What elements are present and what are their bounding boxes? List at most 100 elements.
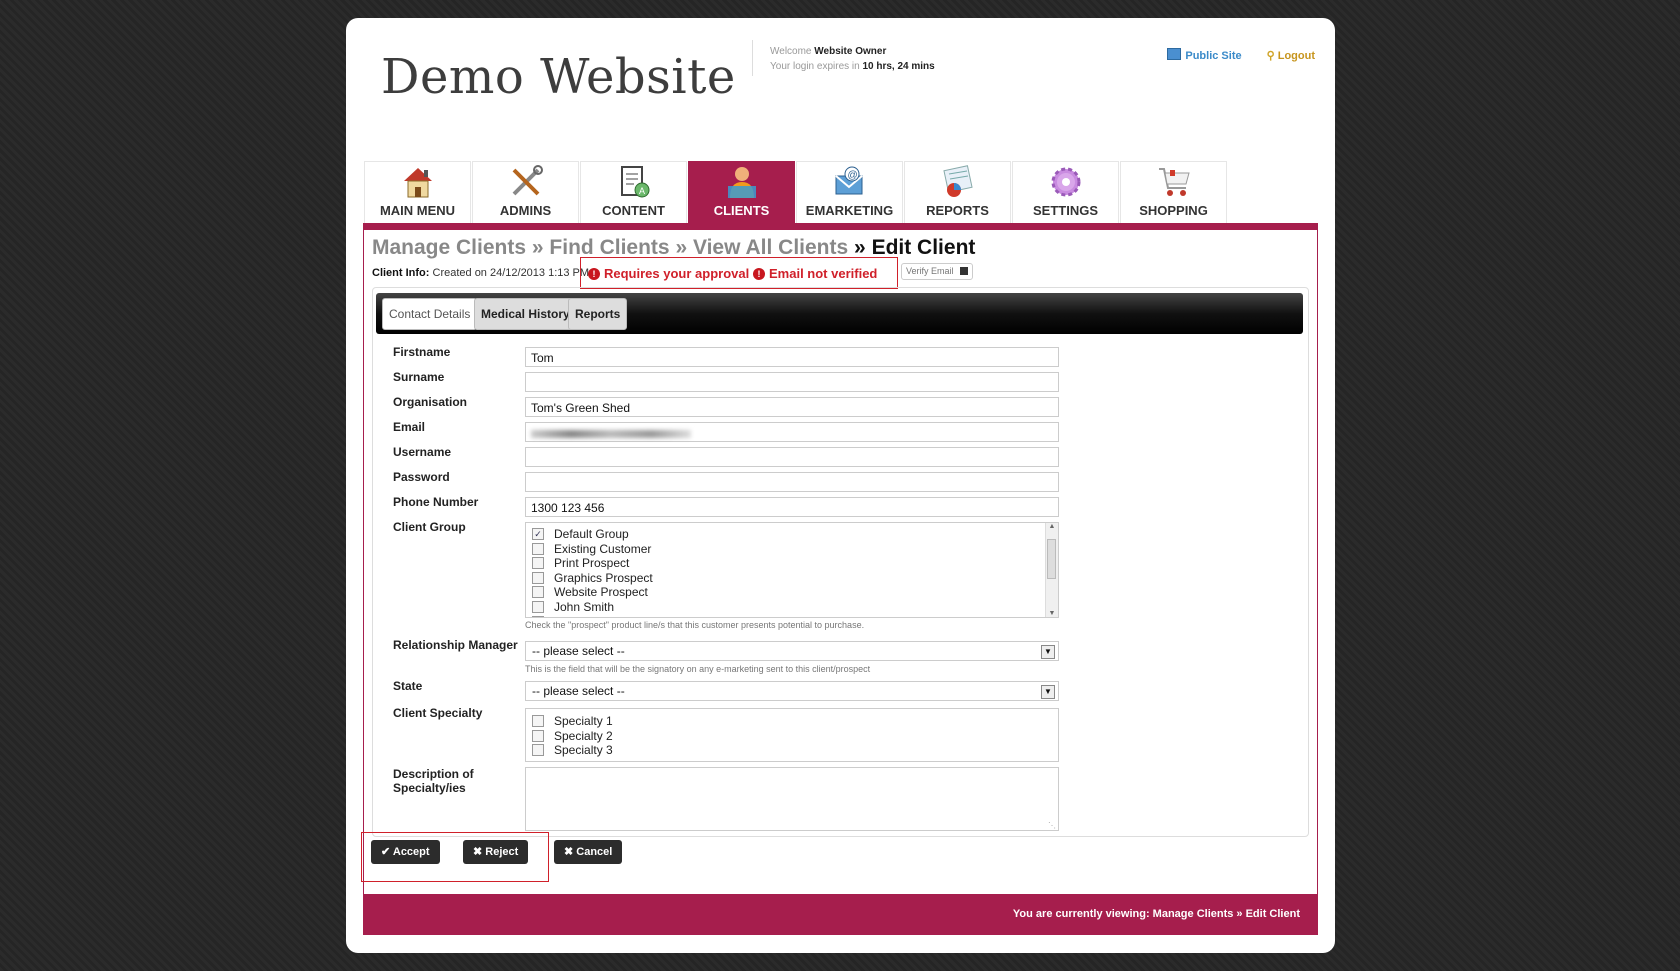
relationship-manager-value: -- please select -- xyxy=(532,644,625,658)
client-info: Client Info: Created on 24/12/2013 1:13 … xyxy=(372,267,589,279)
state-select[interactable]: -- please select -- ▼ xyxy=(525,681,1059,701)
nav-admins[interactable]: ADMINS xyxy=(472,161,579,224)
client-info-label: Client Info: xyxy=(372,267,430,279)
list-item[interactable]: John Smith xyxy=(526,600,1058,615)
envelope-icon xyxy=(959,267,968,275)
breadcrumb-separator: » xyxy=(531,236,544,259)
list-item[interactable]: Print Prospect xyxy=(526,556,1058,571)
checkbox xyxy=(532,615,544,617)
main-nav: MAIN MENU ADMINS A CONTENT CLIENTS @ EMA… xyxy=(364,161,1228,224)
password-label: Password xyxy=(393,470,450,484)
accept-button[interactable]: ✔ Accept xyxy=(371,840,440,864)
logout-link[interactable]: ⚲ Logout xyxy=(1267,50,1315,62)
client-created: Created on 24/12/2013 1:13 PM xyxy=(432,267,590,279)
page-panel: Demo Website Welcome Website Owner Your … xyxy=(346,18,1335,953)
checkbox-label: Print Prospect xyxy=(554,556,630,571)
list-item[interactable]: Graphics Prospect xyxy=(526,571,1058,586)
list-item[interactable]: Website Prospect xyxy=(526,585,1058,600)
relationship-manager-select[interactable]: -- please select -- ▼ xyxy=(525,641,1059,661)
firstname-field[interactable]: Tom xyxy=(525,347,1059,367)
scroll-down-icon[interactable]: ▼ xyxy=(1046,610,1058,617)
key-icon: ⚲ xyxy=(1266,50,1275,62)
checkbox[interactable]: ✓ xyxy=(532,528,544,540)
nav-settings[interactable]: SETTINGS xyxy=(1012,161,1119,224)
checkbox[interactable] xyxy=(532,744,544,757)
cancel-button[interactable]: ✖ Cancel xyxy=(554,840,623,864)
check-icon: ✔ xyxy=(381,846,391,858)
list-item[interactable]: ✓ Default Group xyxy=(526,527,1058,542)
email-warning: ! Email not verified xyxy=(753,266,877,281)
nav-clients[interactable]: CLIENTS xyxy=(688,161,795,224)
checkbox-label: Existing Customer xyxy=(554,541,652,556)
checkbox-label: Specialty 3 xyxy=(554,743,613,758)
checkbox[interactable] xyxy=(532,600,544,613)
email-field[interactable] xyxy=(525,422,1059,442)
nav-underline xyxy=(363,223,1318,230)
client-group-hint: Check the "prospect" product line/s that… xyxy=(525,620,865,630)
checkbox-label: Specialty 2 xyxy=(554,728,613,743)
scrollbar[interactable]: ▲ ▼ xyxy=(1045,523,1058,617)
alert-icon: ! xyxy=(753,268,765,280)
nav-main-menu[interactable]: MAIN MENU xyxy=(364,161,471,224)
page-title: Edit Client xyxy=(871,236,976,259)
site-logo[interactable]: Demo Website xyxy=(381,49,736,105)
surname-field[interactable] xyxy=(525,372,1059,392)
nav-reports[interactable]: REPORTS xyxy=(904,161,1011,224)
scroll-up-icon[interactable]: ▲ xyxy=(1046,523,1058,530)
list-item[interactable]: Specialty 2 xyxy=(526,729,1058,744)
divider xyxy=(752,40,753,76)
checkbox[interactable] xyxy=(532,542,544,555)
person-icon xyxy=(728,167,756,198)
nav-label: ADMINS xyxy=(499,203,552,218)
description-textarea[interactable]: ⋱ xyxy=(525,767,1059,831)
checkbox[interactable] xyxy=(532,557,544,570)
list-item[interactable]: Specialty 1 xyxy=(526,714,1058,729)
email-warning-text: Email not verified xyxy=(769,266,878,281)
tab-contact-details[interactable]: Contact Details xyxy=(382,298,478,330)
tab-reports[interactable]: Reports xyxy=(568,298,628,330)
breadcrumb-find-clients[interactable]: Find Clients xyxy=(549,236,669,259)
client-specialty-list[interactable]: Specialty 1 Specialty 2 Specialty 3 xyxy=(525,708,1059,762)
breadcrumb-separator: » xyxy=(675,236,688,259)
scroll-thumb[interactable] xyxy=(1047,539,1056,579)
nav-label: SHOPPING xyxy=(1139,203,1208,218)
breadcrumb-view-all-clients[interactable]: View All Clients xyxy=(693,236,848,259)
public-site-link[interactable]: Public Site xyxy=(1167,48,1242,62)
form-panel: Contact Details Medical History Reports … xyxy=(372,287,1309,837)
welcome-block: Welcome Website Owner Your login expires… xyxy=(770,44,935,74)
username-field[interactable] xyxy=(525,447,1059,467)
resize-handle-icon[interactable]: ⋱ xyxy=(1048,821,1056,830)
checkbox[interactable] xyxy=(532,715,544,727)
house-icon xyxy=(404,168,432,198)
breadcrumb-manage-clients[interactable]: Manage Clients xyxy=(372,236,526,259)
checkbox-label: Default Group xyxy=(554,527,629,541)
nav-label: SETTINGS xyxy=(1032,203,1098,218)
surname-label: Surname xyxy=(393,370,445,384)
chevron-down-icon[interactable]: ▼ xyxy=(1041,685,1055,699)
expiry-value: 10 hrs, 24 mins xyxy=(862,61,935,72)
footer-bar: You are currently viewing: Manage Client… xyxy=(363,894,1318,935)
password-field[interactable] xyxy=(525,472,1059,492)
checkbox[interactable] xyxy=(532,571,544,584)
list-item[interactable]: Existing Customer xyxy=(526,542,1058,557)
client-group-list[interactable]: ✓ Default Group Existing Customer Print P… xyxy=(525,522,1059,618)
verify-email-button[interactable]: Verify Email xyxy=(901,263,973,280)
nav-emarketing[interactable]: @ EMARKETING xyxy=(796,161,903,224)
chevron-down-icon[interactable]: ▼ xyxy=(1041,645,1055,659)
document-icon: A xyxy=(621,166,650,198)
list-item[interactable]: Specialty 3 xyxy=(526,743,1058,758)
username-label: Username xyxy=(393,445,452,459)
nav-content[interactable]: A CONTENT xyxy=(580,161,687,224)
reject-button[interactable]: ✖ Reject xyxy=(463,840,529,864)
organisation-field[interactable]: Tom's Green Shed xyxy=(525,397,1059,417)
checkbox[interactable] xyxy=(532,586,544,599)
nav-shopping[interactable]: SHOPPING xyxy=(1120,161,1227,224)
public-site-label: Public Site xyxy=(1185,50,1242,62)
checkbox-label: Specialty 1 xyxy=(554,714,613,728)
phone-field[interactable]: 1300 123 456 xyxy=(525,497,1059,517)
tab-medical-history[interactable]: Medical History xyxy=(474,298,577,330)
checkbox[interactable] xyxy=(532,729,544,742)
state-value: -- please select -- xyxy=(532,684,625,698)
verify-email-label: Verify Email xyxy=(906,266,954,276)
nav-label: EMARKETING xyxy=(805,203,894,218)
